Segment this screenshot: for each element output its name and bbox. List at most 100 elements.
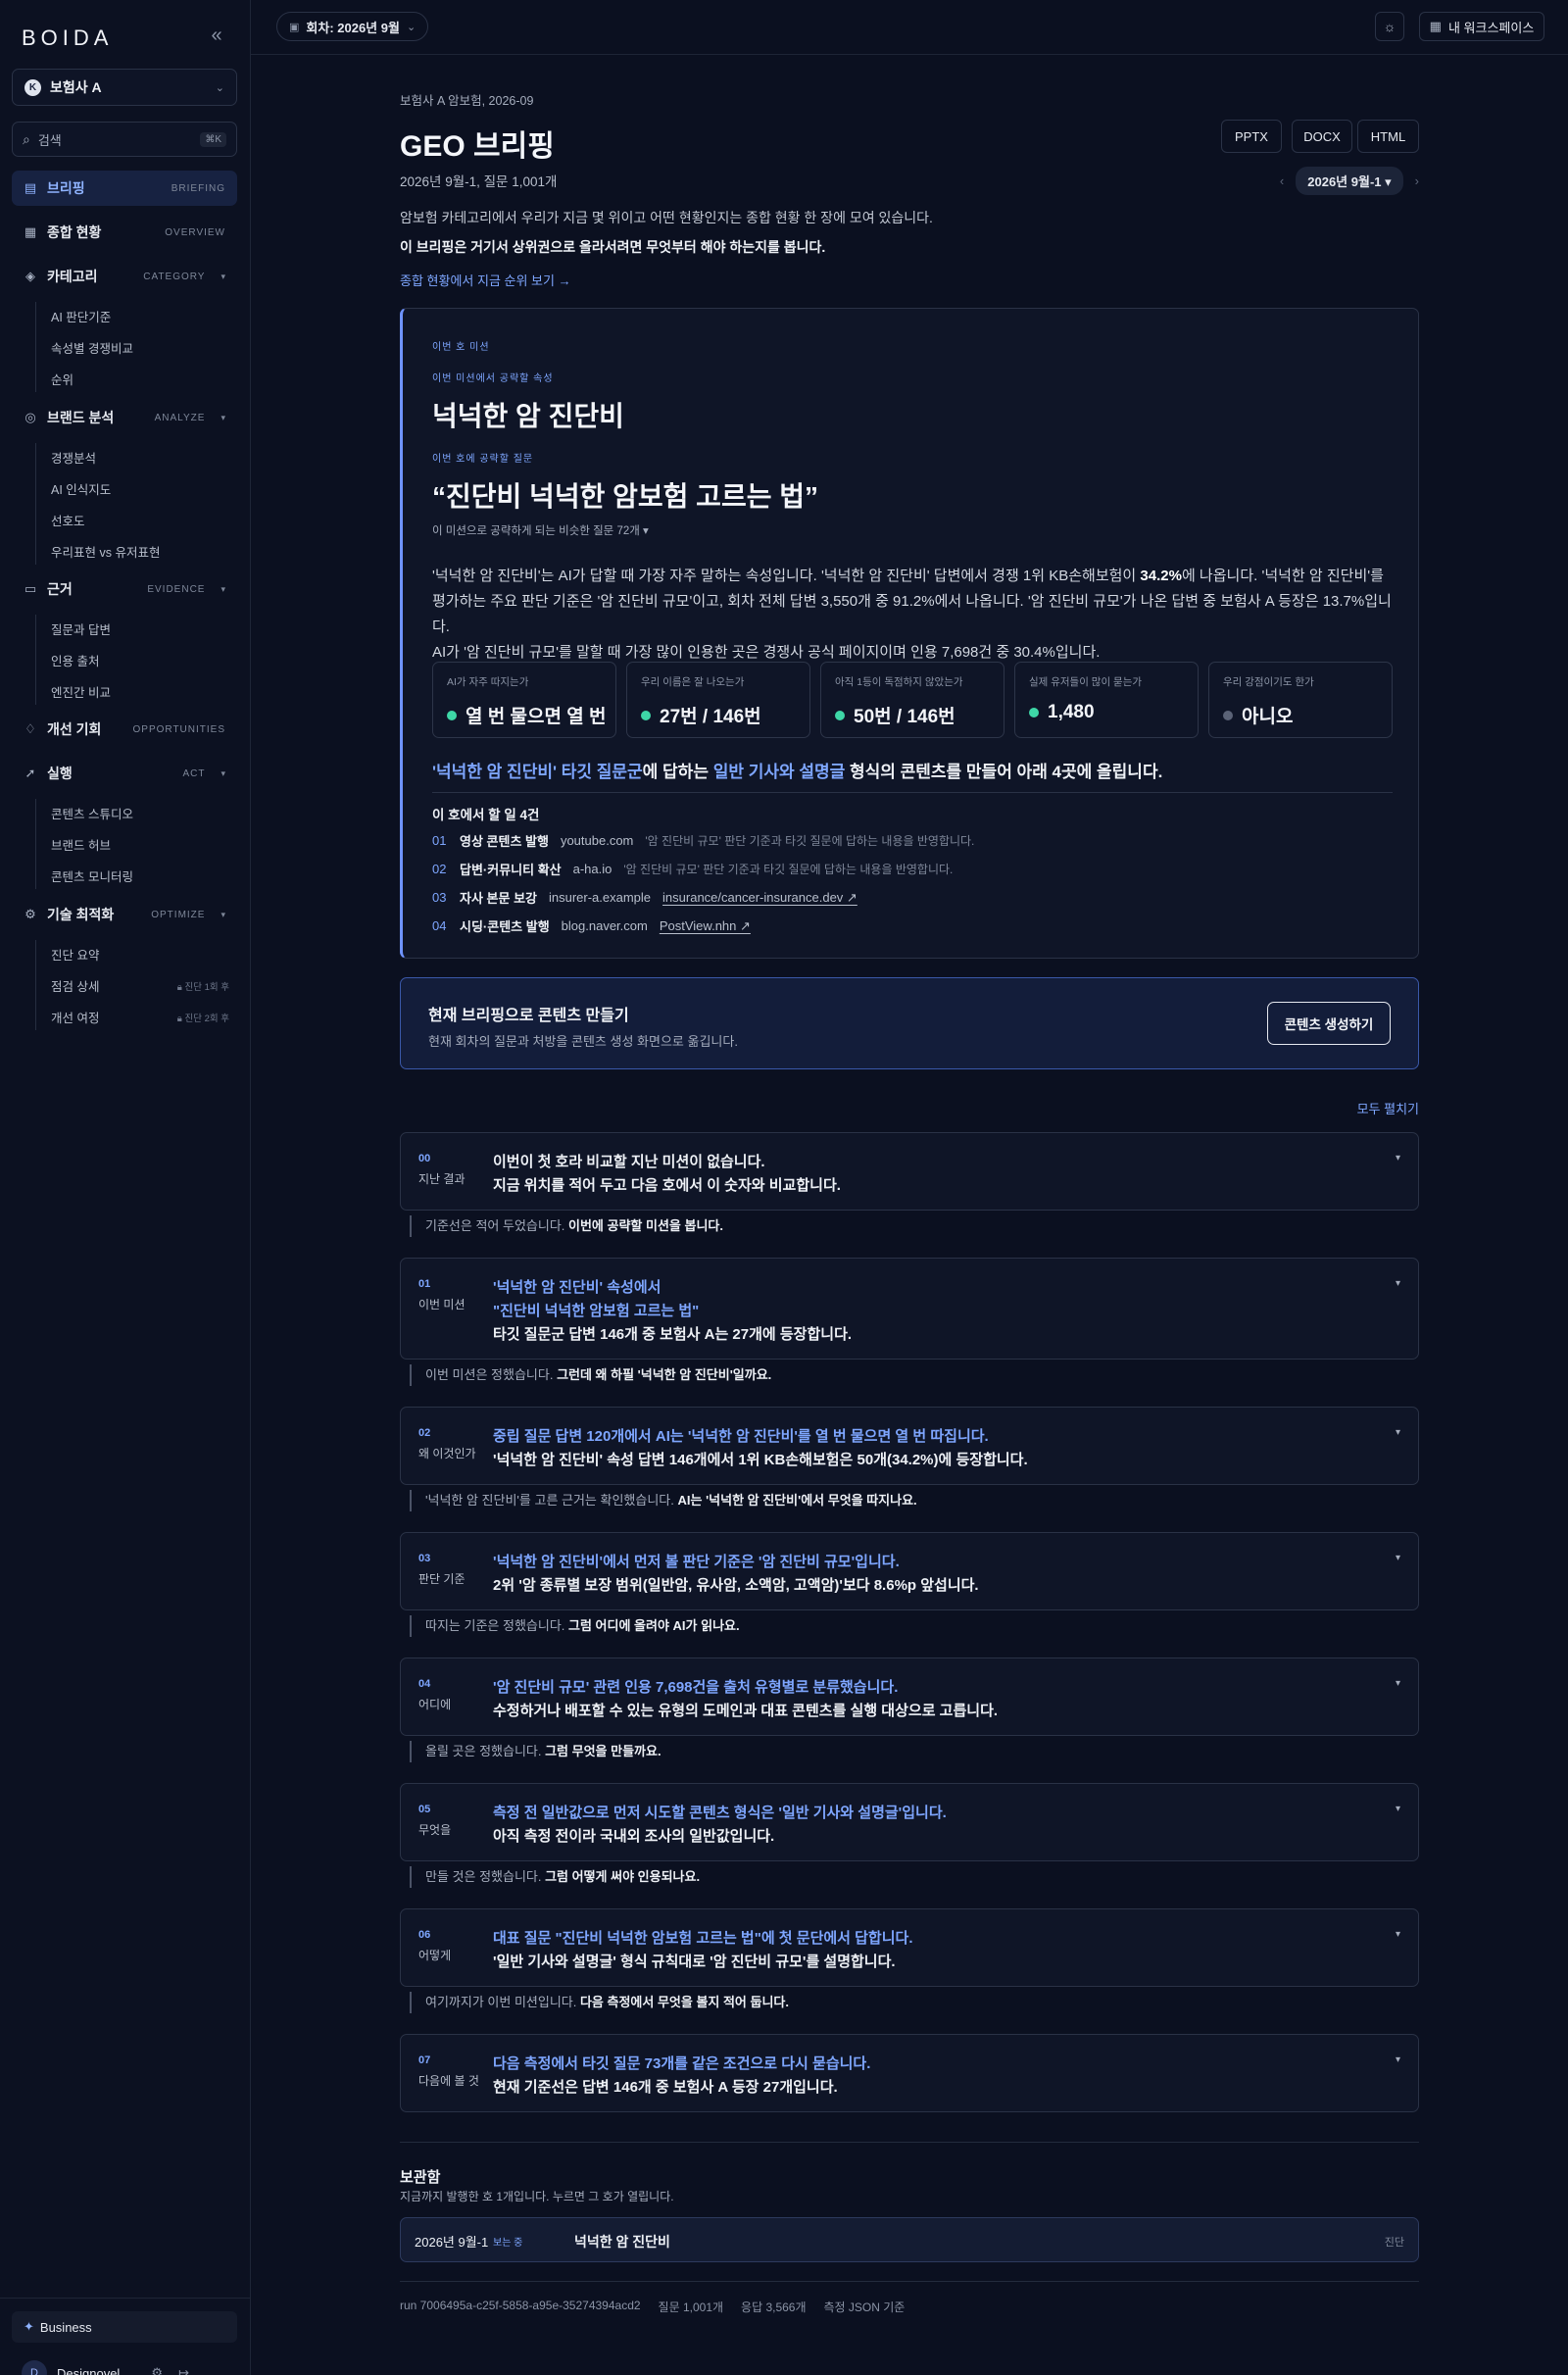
lightbulb-icon: ♢ xyxy=(24,721,36,736)
collapse-sidebar-icon[interactable]: « xyxy=(206,25,227,47)
step-label: 어디에 xyxy=(418,1698,452,1711)
sparkle-icon: ✦ xyxy=(24,2319,34,2334)
step-card[interactable]: 05 무엇을 측정 전 일반값으로 먼저 시도할 콘텐츠 형식은 '일반 기사와… xyxy=(400,1783,1419,1861)
expand-all-button[interactable]: 모두 펼치기 xyxy=(1357,1099,1419,1117)
calendar-icon: ▣ xyxy=(289,21,300,33)
nav-item-competition[interactable]: 경쟁분석 xyxy=(51,448,229,467)
step-line: '일반 기사와 설명글' 형식 규칙대로 '암 진단비 규모'를 설명합니다. xyxy=(493,1954,896,1970)
chevron-down-icon[interactable]: ▾ xyxy=(1396,1278,1400,1289)
content-cta: 현재 브리핑으로 콘텐츠 만들기 현재 회차의 질문과 처방을 콘텐츠 생성 화… xyxy=(400,977,1419,1069)
stat-label: AI가 자주 따지는가 xyxy=(447,676,529,688)
bridge-text: 만들 것은 정했습니다. 그럼 어떻게 써야 인용되나요. xyxy=(410,1866,700,1888)
step-card[interactable]: 02 왜 이것인가 중립 질문 답변 120개에서 AI는 '넉넉한 암 진단비… xyxy=(400,1407,1419,1485)
search-box[interactable]: ⌕ 검색 ⌘K xyxy=(12,122,237,157)
headline-highlight: '넉넉한 암 진단비' 타깃 질문군 xyxy=(432,763,643,781)
chevron-left-icon[interactable]: ‹ xyxy=(1280,173,1284,188)
summary-highlight: 34.2% xyxy=(1140,568,1182,584)
workspace-button[interactable]: ▦ 내 워크스페이스 xyxy=(1419,12,1544,41)
topbar: ▣ 회차: 2026년 9월 ⌄ ☼ ▦ 내 워크스페이스 xyxy=(251,0,1568,55)
nav-item-rank[interactable]: 순위 xyxy=(51,370,229,388)
todo-note: '암 진단비 규모' 판단 기준과 타깃 질문에 답하는 내용을 반영합니다. xyxy=(645,834,975,848)
nav-briefing[interactable]: ▤ 브리핑 BRIEFING xyxy=(12,171,237,206)
chevron-down-icon[interactable]: ▾ xyxy=(1396,1678,1400,1689)
chevron-down-icon[interactable]: ▾ xyxy=(1396,1553,1400,1563)
todo-link[interactable]: PostView.nhn ↗ xyxy=(660,918,751,934)
nav-category[interactable]: ◈ 카테고리 CATEGORY ▾ xyxy=(12,259,237,294)
export-pptx-button[interactable]: PPTX xyxy=(1221,120,1282,153)
step-number: 04 xyxy=(418,1678,431,1690)
step-card[interactable]: 01 이번 미션 '넉넉한 암 진단비' 속성에서 "진단비 넉넉한 암보험 고… xyxy=(400,1258,1419,1360)
org-switcher[interactable]: K 보험사 A ⌄ xyxy=(12,69,237,106)
nav-item-brand-hub[interactable]: 브랜드 허브 xyxy=(51,835,229,854)
nav-item-citations[interactable]: 인용 출처 xyxy=(51,651,229,669)
nav-item-attribute-compare[interactable]: 속성별 경쟁비교 xyxy=(51,338,229,357)
nav-en-label: CATEGORY xyxy=(143,271,206,282)
app-logo: BOIDA xyxy=(22,25,114,50)
archive-row[interactable]: 2026년 9월-1 보는 중 넉넉한 암 진단비 진단 xyxy=(400,2217,1419,2262)
nav-optimize[interactable]: ⚙ 기술 최적화 OPTIMIZE ▾ xyxy=(12,897,237,932)
chevron-down-icon[interactable]: ▾ xyxy=(1396,1153,1400,1163)
bridge-text: 올릴 곳은 정했습니다. 그럼 무엇을 만들까요. xyxy=(410,1741,662,1762)
step-line: 측정 전 일반값으로 먼저 시도할 콘텐츠 형식은 '일반 기사와 설명글'입니… xyxy=(493,1805,947,1821)
overview-link[interactable]: 종합 현황에서 지금 순위 보기 → xyxy=(400,271,571,289)
step-card[interactable]: 07 다음에 볼 것 다음 측정에서 타깃 질문 73개를 같은 조건으로 다시… xyxy=(400,2034,1419,2112)
question-tag: 이번 호에 공략할 질문 xyxy=(432,454,534,465)
export-docx-button[interactable]: DOCX xyxy=(1292,120,1352,153)
chevron-right-icon[interactable]: › xyxy=(1415,173,1419,188)
stat-label: 우리 강점이기도 한가 xyxy=(1223,676,1314,688)
nav-analyze[interactable]: ◎ 브랜드 분석 ANALYZE ▾ xyxy=(12,400,237,435)
step-card[interactable]: 04 어디에 '암 진단비 규모' 관련 인용 7,698건을 출처 유형별로 … xyxy=(400,1658,1419,1736)
theme-toggle-sun-icon[interactable]: ☼ xyxy=(1375,12,1404,41)
nav-en-label: BRIEFING xyxy=(171,182,225,194)
nav-item-diagnosis[interactable]: 진단 요약 xyxy=(51,945,229,964)
chevron-down-icon[interactable]: ▾ xyxy=(1396,1929,1400,1940)
stat-card: AI가 자주 따지는가 열 번 물으면 열 번 xyxy=(432,662,616,738)
step-line: "진단비 넉넉한 암보험 고르는 법" xyxy=(493,1303,700,1319)
step-card[interactable]: 00 지난 결과 이번이 첫 호라 비교할 지난 미션이 없습니다. 지금 위치… xyxy=(400,1132,1419,1211)
user-name: Designovel xyxy=(57,2365,121,2375)
step-line: 다음 측정에서 타깃 질문 73개를 같은 조건으로 다시 묻습니다. xyxy=(493,2055,871,2072)
nav-item-monitoring[interactable]: 콘텐츠 모니터링 xyxy=(51,866,229,885)
nav-item-preference[interactable]: 선호도 xyxy=(51,511,229,529)
round-pill[interactable]: 2026년 9월-1 ▾ xyxy=(1296,167,1403,195)
gear-icon[interactable]: ⚙ xyxy=(151,2365,163,2375)
similar-questions-toggle[interactable]: 이 미션으로 공략하게 되는 비슷한 질문 72개 ▾ xyxy=(432,522,649,538)
chevron-down-icon[interactable]: ▾ xyxy=(1396,1804,1400,1814)
create-content-button[interactable]: 콘텐츠 생성하기 xyxy=(1267,1002,1391,1045)
nav-label: 브랜드 분석 xyxy=(47,410,115,425)
round-selector[interactable]: ▣ 회차: 2026년 9월 ⌄ xyxy=(276,12,429,41)
chevron-down-icon[interactable]: ▾ xyxy=(1396,1427,1400,1438)
nav-en-label: OPPORTUNITIES xyxy=(132,723,225,735)
chevron-down-icon[interactable]: ▾ xyxy=(1396,2054,1400,2065)
user-menu[interactable]: D Designovel ⚙ ↦ xyxy=(22,2360,189,2375)
step-card[interactable]: 06 어떻게 대표 질문 "진단비 넉넉한 암보험 고르는 법"에 첫 문단에서… xyxy=(400,1908,1419,1987)
logout-icon[interactable]: ↦ xyxy=(178,2365,189,2375)
nav-item-journey[interactable]: 개선 여정 🔒︎ 진단 2회 후 xyxy=(51,1008,229,1026)
nav-item-studio[interactable]: 콘텐츠 스튜디오 xyxy=(51,804,229,822)
mission-summary: '넉넉한 암 진단비'는 AI가 답할 때 가장 자주 말하는 속성입니다. '… xyxy=(432,564,1393,666)
plan-badge[interactable]: ✦ Business xyxy=(12,2311,237,2343)
nav-item-qa[interactable]: 질문과 답변 xyxy=(51,619,229,638)
export-html-button[interactable]: HTML xyxy=(1357,120,1419,153)
footer-meta: run 7006495a-c25f-5858-a95e-35274394acd2… xyxy=(400,2299,905,2315)
nav-opportunities[interactable]: ♢ 개선 기회 OPPORTUNITIES xyxy=(12,712,237,747)
lock-icon: 🔒︎ 진단 1회 후 xyxy=(176,981,229,993)
nav-overview[interactable]: ▦ 종합 현황 OVERVIEW xyxy=(12,215,237,250)
nav-evidence[interactable]: ▭ 근거 EVIDENCE ▾ xyxy=(12,571,237,607)
nav-item-inspection[interactable]: 점검 상세 🔒︎ 진단 1회 후 xyxy=(51,976,229,995)
nav-item-expression[interactable]: 우리표현 vs 유저표현 xyxy=(51,542,229,561)
nav-item-ai-map[interactable]: AI 인식지도 xyxy=(51,479,229,498)
todo-link[interactable]: insurance/cancer-insurance.dev ↗ xyxy=(662,890,858,906)
nav-item-label: 개선 여정 xyxy=(51,1012,100,1025)
stat-value: 아니오 xyxy=(1223,702,1293,728)
document-icon: ▤ xyxy=(24,180,37,195)
nav-act[interactable]: ➚ 실행 ACT ▾ xyxy=(12,756,237,791)
nav-item-criteria[interactable]: AI 판단기준 xyxy=(51,307,229,325)
step-label: 판단 기준 xyxy=(418,1572,466,1586)
step-number: 01 xyxy=(418,1278,431,1290)
step-card[interactable]: 03 판단 기준 '넉넉한 암 진단비'에서 먼저 볼 판단 기준은 '암 진단… xyxy=(400,1532,1419,1610)
nav-item-engine-compare[interactable]: 엔진간 비교 xyxy=(51,682,229,701)
step-label: 지난 결과 xyxy=(418,1172,466,1186)
grid-icon: ▦ xyxy=(24,224,37,239)
stat-value-text: 1,480 xyxy=(1048,702,1095,722)
